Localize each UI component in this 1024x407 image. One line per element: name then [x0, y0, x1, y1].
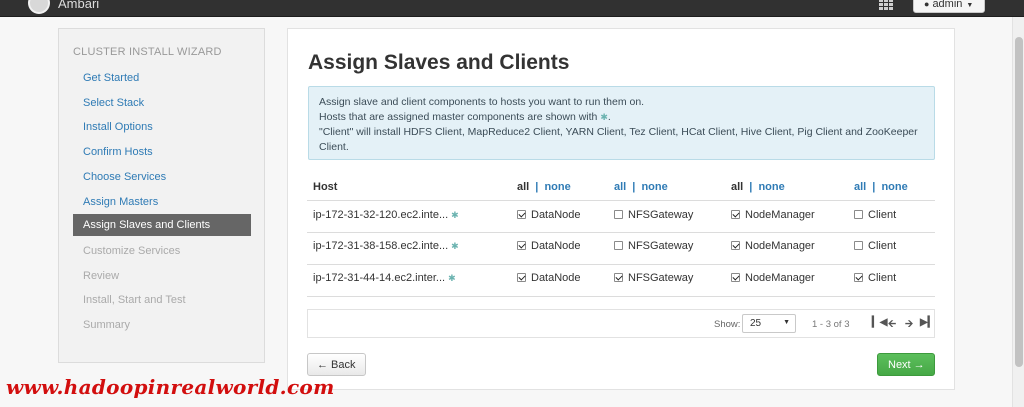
alert-line-3: "Client" will install HDFS Client, MapRe…	[319, 126, 918, 153]
checkbox-unchecked-icon[interactable]	[854, 241, 863, 250]
alert-line-2-end: .	[607, 111, 611, 123]
step-review: Review	[83, 270, 120, 282]
step-summary: Summary	[83, 319, 131, 331]
top-navbar: Ambari ● admin ▼	[0, 0, 1024, 17]
step-customize-services: Customize Services	[83, 245, 181, 257]
checkbox-checked-icon[interactable]	[517, 210, 526, 219]
nodemanager-all-link[interactable]: all	[731, 181, 743, 193]
watermark-text: www.hadoopinrealworld.com	[6, 375, 335, 399]
checkbox-unchecked-icon[interactable]	[854, 210, 863, 219]
nodemanager-none-link[interactable]: none	[758, 181, 784, 193]
client-none-link[interactable]: none	[881, 181, 907, 193]
alert-line-2: Hosts that are assigned master component…	[319, 110, 924, 125]
datanode-checkbox[interactable]: DataNode	[517, 209, 581, 221]
grid-icon[interactable]	[879, 0, 893, 10]
next-button[interactable]: Next →	[877, 353, 935, 376]
checkbox-checked-icon[interactable]	[731, 273, 740, 282]
checkbox-checked-icon[interactable]	[731, 210, 740, 219]
datanode-checkbox[interactable]: DataNode	[517, 272, 581, 284]
client-checkbox[interactable]: Client	[854, 272, 896, 284]
step-assign-masters[interactable]: Assign Masters	[73, 191, 251, 213]
nodemanager-select-header: all | none	[731, 181, 785, 193]
table-row-divider	[307, 232, 935, 233]
table-row-divider	[307, 264, 935, 265]
table-row-divider	[307, 296, 935, 297]
client-checkbox[interactable]: Client	[854, 240, 896, 252]
checkbox-checked-icon[interactable]	[731, 241, 740, 250]
master-star-icon: ✱	[451, 241, 459, 251]
separator: |	[535, 181, 539, 193]
datanode-all-link[interactable]: all	[517, 181, 529, 193]
vertical-scrollbar[interactable]	[1012, 17, 1024, 407]
last-page-icon[interactable]: ▶▎	[920, 317, 935, 328]
checkbox-checked-icon[interactable]	[517, 273, 526, 282]
datanode-none-link[interactable]: none	[544, 181, 570, 193]
user-label: admin	[932, 0, 963, 10]
wizard-sidebar: CLUSTER INSTALL WIZARD Get Started Selec…	[58, 28, 265, 363]
info-alert: Assign slave and client components to ho…	[308, 86, 935, 160]
client-all-link[interactable]: all	[854, 181, 866, 193]
nfsgateway-all-link[interactable]: all	[614, 181, 626, 193]
nodemanager-checkbox[interactable]: NodeManager	[731, 209, 815, 221]
client-checkbox[interactable]: Client	[854, 209, 896, 221]
previous-page-icon[interactable]: 🡨	[888, 317, 896, 334]
select-arrow-icon: ▼	[783, 319, 790, 326]
nodemanager-checkbox[interactable]: NodeManager	[731, 240, 815, 252]
step-choose-services[interactable]: Choose Services	[73, 166, 251, 188]
page-range: 1 - 3 of 3	[812, 319, 850, 330]
show-label: Show:	[714, 319, 741, 330]
back-button[interactable]: ← Back	[307, 353, 366, 376]
master-star-icon: ✱	[600, 112, 608, 122]
checkbox-checked-icon[interactable]	[614, 273, 623, 282]
client-select-header: all | none	[854, 181, 908, 193]
alert-line-2-text: Hosts that are assigned master component…	[319, 111, 598, 123]
nfsgateway-checkbox[interactable]: NFSGateway	[614, 209, 693, 221]
datanode-select-header: all | none	[517, 181, 571, 193]
nfsgateway-checkbox[interactable]: NFSGateway	[614, 240, 693, 252]
checkbox-checked-icon[interactable]	[517, 241, 526, 250]
alert-line-1: Assign slave and client components to ho…	[319, 96, 645, 108]
first-page-icon[interactable]: ▎◀	[872, 317, 887, 328]
wizard-title: CLUSTER INSTALL WIZARD	[73, 46, 222, 58]
checkbox-checked-icon[interactable]	[854, 273, 863, 282]
host-name: ip-172-31-32-120.ec2.inte... ✱	[313, 209, 459, 221]
nfsgateway-checkbox[interactable]: NFSGateway	[614, 272, 693, 284]
page-title: Assign Slaves and Clients	[308, 51, 570, 74]
step-select-stack[interactable]: Select Stack	[73, 92, 251, 114]
step-assign-slaves-and-clients[interactable]: Assign Slaves and Clients	[73, 214, 251, 236]
host-column-header: Host	[313, 181, 338, 193]
checkbox-unchecked-icon[interactable]	[614, 210, 623, 219]
ambari-logo-icon[interactable]	[28, 0, 50, 14]
datanode-checkbox[interactable]: DataNode	[517, 240, 581, 252]
next-page-icon[interactable]: 🡪	[905, 317, 913, 334]
caret-down-icon: ▼	[966, 2, 974, 9]
host-name: ip-172-31-38-158.ec2.inte... ✱	[313, 240, 459, 252]
step-confirm-hosts[interactable]: Confirm Hosts	[73, 141, 251, 163]
step-get-started[interactable]: Get Started	[73, 67, 251, 89]
separator: |	[632, 181, 636, 193]
step-install-start-test: Install, Start and Test	[83, 294, 186, 306]
brand-name[interactable]: Ambari	[58, 0, 99, 11]
step-install-options[interactable]: Install Options	[73, 116, 251, 138]
host-name: ip-172-31-44-14.ec2.inter... ✱	[313, 272, 456, 284]
user-menu-button[interactable]: ● admin ▼	[913, 0, 985, 13]
nfsgateway-none-link[interactable]: none	[641, 181, 667, 193]
separator: |	[749, 181, 753, 193]
master-star-icon: ✱	[451, 210, 459, 220]
user-icon: ●	[924, 0, 930, 9]
page-size-select[interactable]: 25 ▼	[742, 314, 796, 333]
nfsgateway-select-header: all | none	[614, 181, 668, 193]
master-star-icon: ✱	[448, 273, 456, 283]
nodemanager-checkbox[interactable]: NodeManager	[731, 272, 815, 284]
table-divider	[307, 200, 935, 201]
separator: |	[872, 181, 876, 193]
table-pagination: Show: 25 ▼ 1 - 3 of 3 ▎◀ 🡨 🡪 ▶▎	[307, 309, 935, 338]
checkbox-unchecked-icon[interactable]	[614, 241, 623, 250]
scrollbar-thumb[interactable]	[1015, 37, 1023, 367]
